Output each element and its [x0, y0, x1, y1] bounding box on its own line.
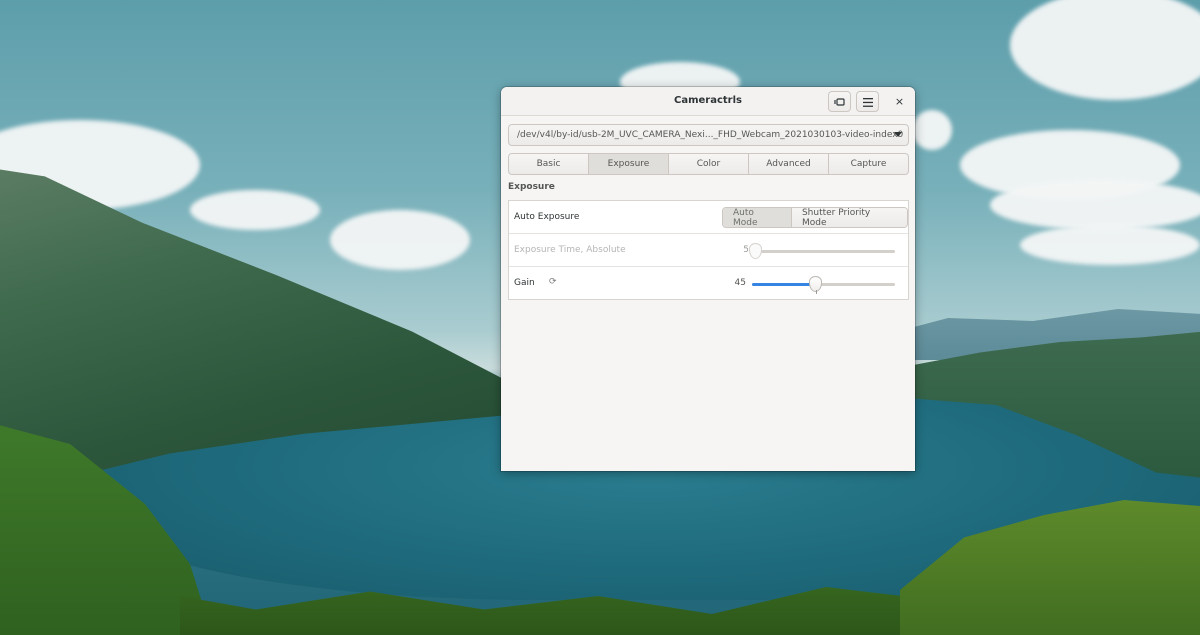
section-title: Exposure — [508, 182, 555, 192]
auto-exposure-label: Auto Exposure — [514, 212, 580, 222]
window-title: Cameractrls — [674, 95, 742, 106]
device-selector[interactable]: /dev/v4l/by-id/usb-2M_UVC_CAMERA_Nexi...… — [508, 124, 909, 146]
reset-icon[interactable]: ⟳ — [549, 277, 557, 287]
cameractrls-window: Cameractrls × /dev/v4l/by-id/usb-2M_UVC_… — [501, 87, 915, 471]
exposure-time-slider[interactable] — [749, 243, 895, 259]
cloud — [1010, 0, 1200, 100]
tab-capture[interactable]: Capture — [829, 154, 908, 174]
main-menu-button[interactable] — [856, 91, 879, 112]
gain-slider-fill — [752, 283, 817, 286]
headerbar: Cameractrls × — [501, 87, 915, 116]
gain-slider-default-tick — [816, 290, 817, 294]
chevron-down-icon — [894, 132, 902, 137]
close-icon: × — [894, 95, 905, 108]
controls-list: Auto Exposure Auto Mode Shutter Priority… — [508, 200, 909, 300]
cloud — [990, 180, 1200, 230]
gain-value: 45 — [734, 278, 746, 288]
tab-advanced[interactable]: Advanced — [749, 154, 829, 174]
cloud — [190, 190, 320, 230]
hamburger-menu-icon — [862, 92, 873, 111]
device-path: /dev/v4l/by-id/usb-2M_UVC_CAMERA_Nexi...… — [517, 130, 904, 140]
tab-basic[interactable]: Basic — [509, 154, 589, 174]
tab-exposure[interactable]: Exposure — [589, 154, 669, 174]
gain-label: Gain — [514, 278, 535, 288]
cloud — [330, 210, 470, 270]
exposure-time-slider-handle[interactable] — [749, 243, 762, 259]
exposure-time-label: Exposure Time, Absolute — [514, 245, 626, 255]
cloud — [1020, 225, 1200, 265]
shutter-priority-mode-option[interactable]: Shutter Priority Mode — [791, 208, 907, 227]
close-button[interactable]: × — [890, 92, 909, 111]
control-row-auto-exposure: Auto Exposure Auto Mode Shutter Priority… — [509, 201, 908, 234]
camera-preview-icon — [833, 92, 846, 111]
tab-bar: Basic Exposure Color Advanced Capture — [508, 153, 909, 175]
tab-color[interactable]: Color — [669, 154, 749, 174]
control-row-gain: Gain ⟳ 45 — [509, 267, 908, 300]
control-row-exposure-time: Exposure Time, Absolute 5 — [509, 234, 908, 267]
auto-exposure-mode-toggle: Auto Mode Shutter Priority Mode — [722, 207, 908, 228]
gain-slider[interactable] — [752, 276, 895, 294]
cloud — [912, 110, 952, 150]
window-content: /dev/v4l/by-id/usb-2M_UVC_CAMERA_Nexi...… — [501, 116, 915, 471]
exposure-time-value: 5 — [743, 245, 749, 255]
auto-mode-option[interactable]: Auto Mode — [723, 208, 792, 227]
camera-preview-button[interactable] — [828, 91, 851, 112]
